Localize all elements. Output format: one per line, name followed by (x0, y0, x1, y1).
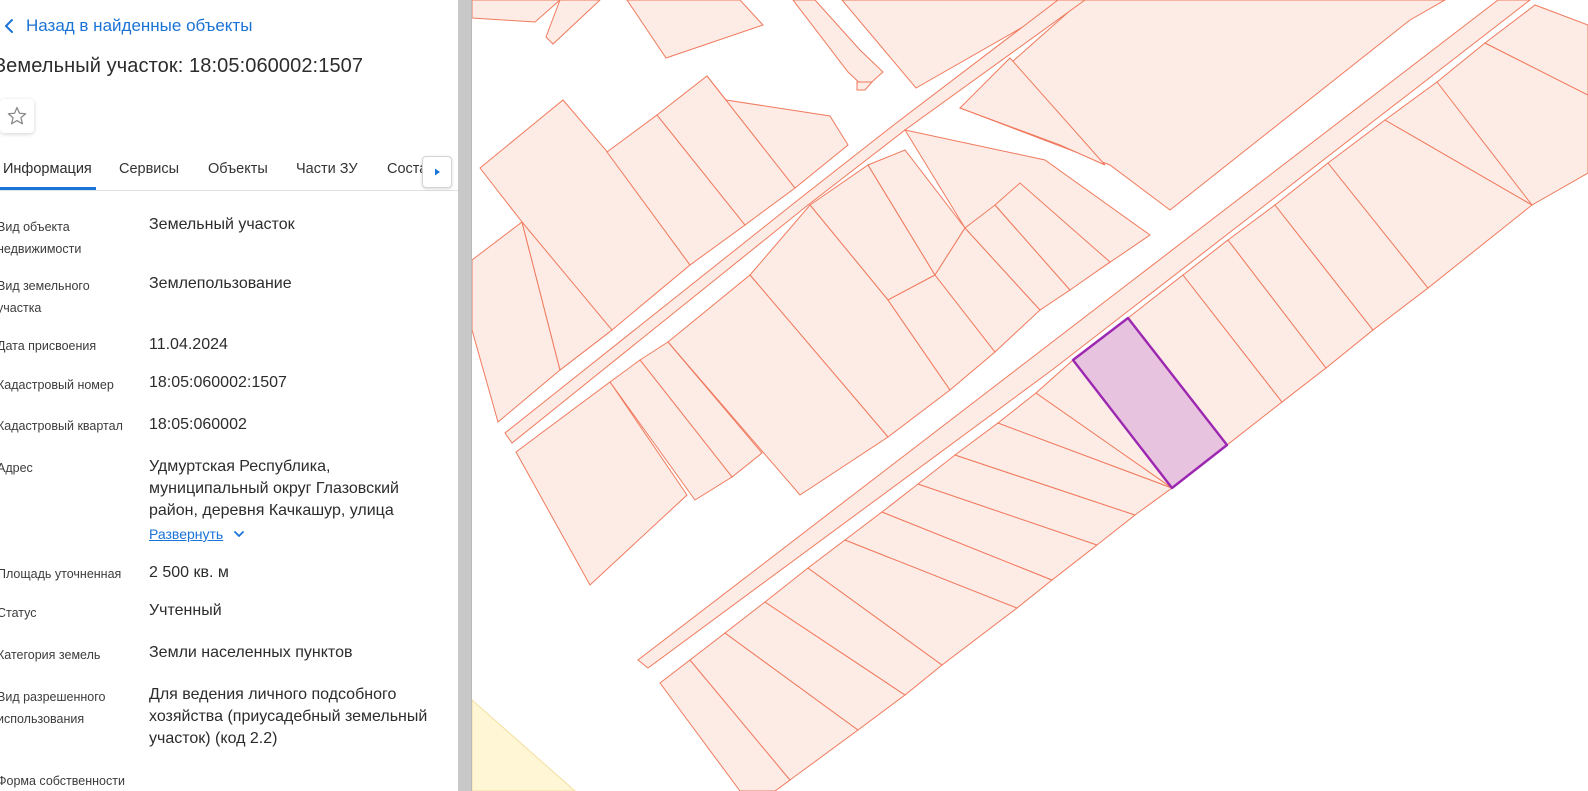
expand-address-link[interactable]: Развернуть (149, 526, 245, 542)
active-tab-indicator (0, 187, 96, 190)
property-label: Дата присвоения (0, 339, 97, 353)
property-label: Кадастровый квартал (0, 419, 123, 433)
chevron-left-icon (5, 19, 13, 33)
property-value: Учтенный (149, 602, 222, 619)
property-value: 18:05:060002 (149, 416, 247, 433)
tab-information[interactable]: Информация (3, 161, 92, 177)
property-label: Форма собственности (0, 774, 125, 788)
property-value: Землепользование (149, 275, 292, 292)
object-info-panel: Назад в найденные объекты Земельный учас… (0, 0, 458, 791)
tab-objects[interactable]: Объекты (208, 161, 268, 177)
property-label: Вид земельного участка (0, 279, 90, 315)
parcel (856, 81, 874, 91)
tab-parcel-parts[interactable]: Части ЗУ (296, 161, 358, 177)
property-label: Категория земель (0, 648, 101, 662)
star-outline-icon (7, 106, 27, 125)
caret-right-icon (435, 168, 440, 176)
property-label: Площадь уточненная (0, 567, 122, 581)
property-value: 2 500 кв. м (149, 564, 229, 581)
page-title: Земельный участок: 18:05:060002:1507 (0, 55, 364, 77)
parcel-layer (472, 0, 1588, 791)
adjacent-zone (472, 699, 576, 791)
address-value: Удмуртская Республика, муниципальный окр… (149, 458, 399, 519)
property-value: Для ведения личного подсобного хозяйства… (149, 686, 428, 747)
tab-bar: Информация Сервисы Объекты Части ЗУ Сост… (0, 150, 458, 191)
map-canvas[interactable] (472, 0, 1588, 791)
parcel (472, 0, 561, 23)
expand-address-label: Развернуть (149, 526, 224, 542)
property-value: 18:05:060002:1507 (149, 374, 287, 391)
property-value: Земли населенных пунктов (149, 644, 353, 661)
tab-services[interactable]: Сервисы (119, 161, 179, 177)
parcel (626, 0, 764, 59)
favorite-button[interactable] (0, 99, 34, 133)
property-label: Адрес (0, 461, 33, 475)
back-to-results-link[interactable]: Назад в найденные объекты (0, 14, 252, 38)
parcel (545, 0, 601, 45)
chevron-down-icon (234, 531, 245, 537)
panel-resize-handle[interactable] (458, 0, 472, 791)
back-link-label: Назад в найденные объекты (26, 16, 253, 35)
property-value: 11.04.2024 (149, 336, 228, 353)
property-label: Вид разрешенного использования (0, 690, 106, 726)
property-label: Статус (0, 606, 37, 620)
property-label: Кадастровый номер (0, 378, 114, 392)
property-label: Вид объекта недвижимости (0, 220, 82, 256)
cadastral-map[interactable] (472, 0, 1588, 791)
tab-scroll-right-button[interactable] (422, 156, 452, 188)
property-value: Земельный участок (149, 216, 295, 233)
